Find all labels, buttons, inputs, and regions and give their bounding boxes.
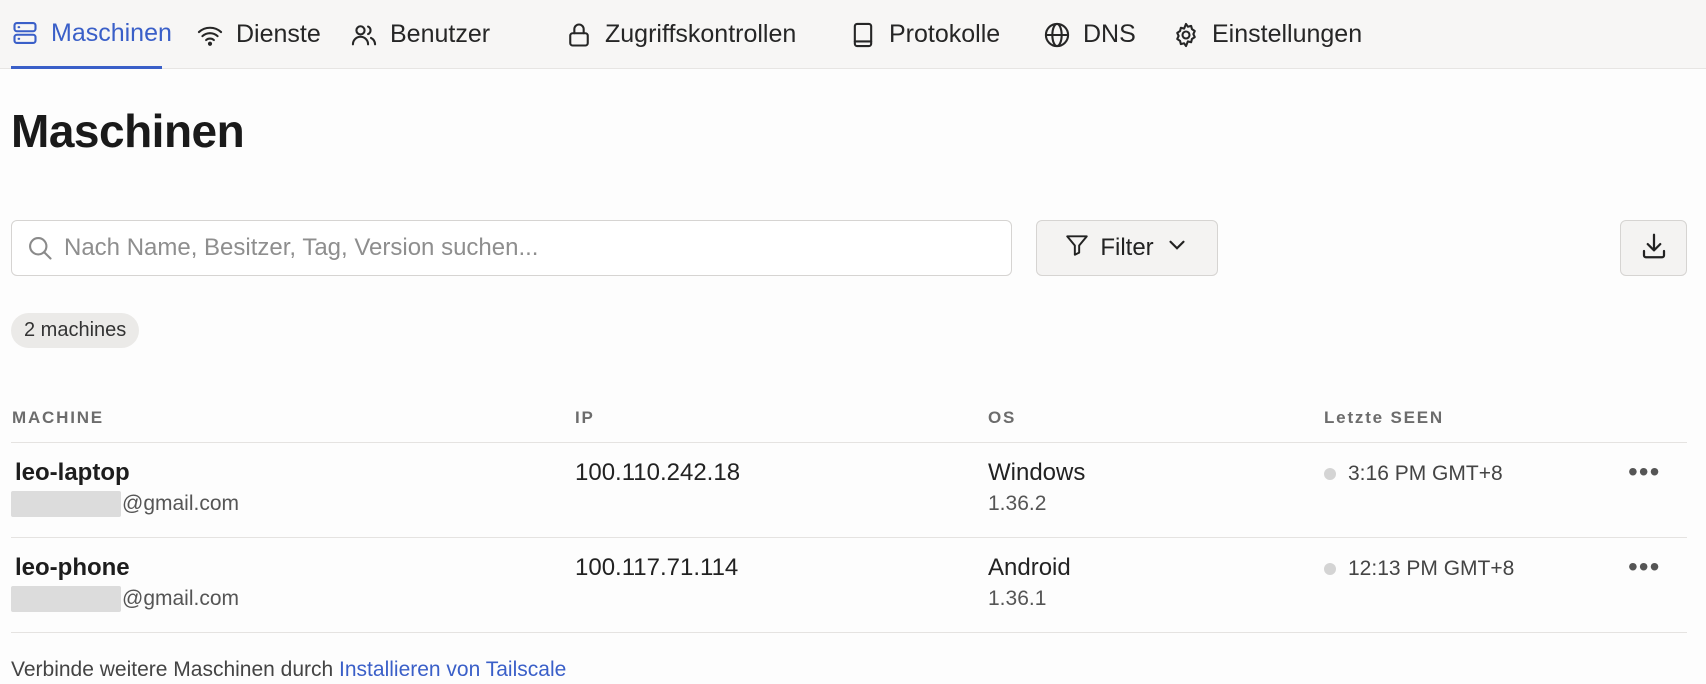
- top-navigation: Maschinen Dienste Benutzer Zugriffskontr…: [0, 0, 1706, 69]
- tab-label: Protokolle: [889, 20, 1001, 48]
- tab-label: DNS: [1083, 20, 1136, 48]
- redacted-owner: [11, 491, 121, 517]
- tab-einstellungen[interactable]: Einstellungen: [1172, 0, 1362, 69]
- machine-name[interactable]: leo-laptop: [15, 459, 130, 487]
- tab-dns[interactable]: DNS: [1043, 0, 1136, 69]
- lock-icon: [565, 21, 593, 49]
- tab-maschinen[interactable]: Maschinen: [11, 0, 172, 69]
- filter-label: Filter: [1100, 234, 1154, 261]
- machine-os: Windows: [988, 459, 1086, 486]
- server-icon: [11, 19, 39, 47]
- wifi-icon: [196, 21, 224, 49]
- column-header-ip: IP: [575, 408, 595, 427]
- users-icon: [350, 21, 378, 49]
- tab-benutzer[interactable]: Benutzer: [350, 0, 490, 69]
- last-seen-time: 3:16 PM GMT+8: [1348, 462, 1503, 485]
- status-dot: [1324, 563, 1336, 575]
- install-tailscale-link[interactable]: Installieren von Tailscale: [339, 658, 566, 681]
- more-options-button[interactable]: •••: [1628, 551, 1660, 583]
- globe-icon: [1043, 21, 1071, 49]
- download-button[interactable]: [1620, 220, 1687, 276]
- tab-label: Zugriffskontrollen: [605, 20, 797, 48]
- chevron-down-icon: [1164, 232, 1190, 265]
- download-icon: [1639, 231, 1669, 266]
- gear-icon: [1172, 21, 1200, 49]
- row-divider: [11, 537, 1687, 538]
- machine-ip: 100.110.242.18: [575, 459, 741, 486]
- last-seen-time: 12:13 PM GMT+8: [1348, 557, 1515, 580]
- tab-label: Benutzer: [390, 20, 491, 48]
- more-options-button[interactable]: •••: [1628, 456, 1660, 488]
- machine-count-badge: 2 machines: [11, 313, 140, 348]
- column-header-last-seen: Letzte SEEN: [1324, 408, 1444, 427]
- redacted-owner: [11, 586, 121, 612]
- machine-os: Android: [988, 554, 1071, 581]
- machine-ip: 100.117.71.114: [575, 554, 739, 581]
- search-icon: [26, 234, 54, 262]
- machine-owner: @gmail.com: [122, 492, 240, 515]
- machine-version: 1.36.1: [988, 587, 1047, 610]
- tab-label: Einstellungen: [1212, 20, 1363, 48]
- tab-label: Maschinen: [51, 18, 172, 47]
- status-dot: [1324, 468, 1336, 480]
- row-divider: [11, 632, 1687, 633]
- footer-text: Verbinde weitere Maschinen durch: [11, 658, 334, 681]
- search-input[interactable]: [62, 233, 986, 263]
- filter-icon: [1064, 232, 1090, 265]
- machine-name[interactable]: leo-phone: [15, 554, 130, 582]
- row-divider: [11, 442, 1687, 443]
- filter-button[interactable]: Filter: [1036, 220, 1218, 276]
- column-header-machine: MACHINE: [12, 408, 104, 427]
- book-icon: [849, 21, 877, 49]
- page-title: Maschinen: [11, 105, 245, 157]
- tab-protokolle[interactable]: Protokolle: [849, 0, 1000, 69]
- search-field[interactable]: [11, 220, 1012, 276]
- machine-owner: @gmail.com: [122, 587, 240, 610]
- tab-dienste[interactable]: Dienste: [196, 0, 321, 69]
- column-header-os: OS: [988, 408, 1017, 427]
- tab-zugriffskontrollen[interactable]: Zugriffskontrollen: [565, 0, 796, 69]
- footer-hint: Verbinde weitere Maschinen durch Install…: [11, 658, 566, 682]
- tab-label: Dienste: [236, 20, 321, 48]
- machine-version: 1.36.2: [988, 492, 1047, 515]
